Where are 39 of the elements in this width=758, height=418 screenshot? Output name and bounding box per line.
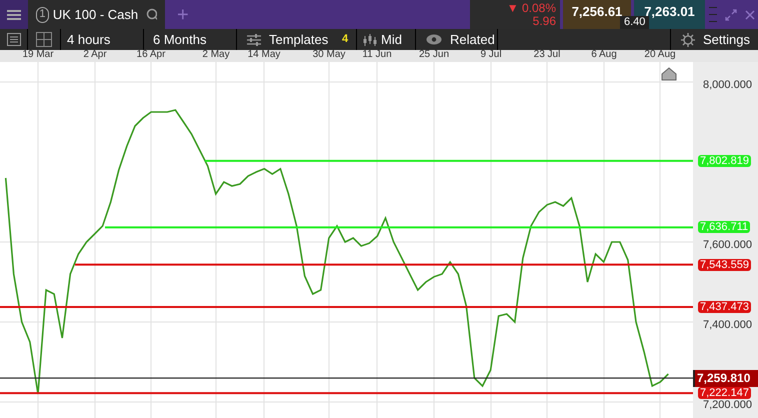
spread-value: 6.40 [620, 16, 650, 29]
change-points: 5.96 [532, 14, 556, 28]
date-label: 11 Jun [362, 49, 392, 61]
drag-handle-icon[interactable] [709, 4, 717, 24]
price-axis-label: 7,400.000 [703, 319, 752, 331]
current-price-label: 7,259.810 [693, 370, 758, 388]
level-price-label: 7,543.559 [698, 258, 751, 271]
menu-icon[interactable] [0, 0, 28, 29]
date-label: 19 Mar [22, 49, 54, 61]
date-label: 2 May [202, 49, 230, 61]
time-marker-icon[interactable] [662, 67, 676, 80]
instrument-tab[interactable]: 1 UK 100 - Cash [28, 0, 165, 29]
date-label: 6 Aug [591, 49, 617, 61]
candles-icon [363, 34, 377, 46]
level-price-label: 7,802.819 [698, 154, 751, 167]
date-label: 30 May [312, 49, 346, 61]
level-price-label: 7,437.473 [698, 301, 751, 313]
price-axis-label: 8,000.000 [703, 79, 752, 91]
price-axis-label: 7,200.000 [703, 399, 752, 411]
level-price-label: 7,222.147 [698, 387, 751, 400]
change-percent: ▼ 0.08% [506, 2, 556, 14]
date-label: 23 Jul [534, 49, 560, 61]
date-label: 14 May [248, 49, 280, 61]
settings-icon [681, 32, 696, 46]
date-label: 2 Apr [83, 49, 107, 61]
eye-icon [426, 34, 442, 45]
instrument-name: UK 100 - Cash [52, 6, 138, 24]
close-icon[interactable] [745, 10, 755, 20]
level-price-label: 7,636.711 [698, 221, 750, 234]
sliders-icon [247, 34, 261, 46]
date-label: 16 Apr [136, 49, 166, 61]
date-label: 20 Aug [644, 49, 676, 61]
search-icon[interactable] [146, 8, 157, 22]
templates-button[interactable]: Templates [237, 29, 334, 50]
expand-icon[interactable] [725, 8, 737, 20]
date-label: 25 Jun [418, 49, 450, 61]
price-axis-label: 7,600.000 [703, 239, 752, 251]
date-label: 9 Jul [480, 49, 502, 61]
tab-number: 1 [36, 6, 49, 22]
